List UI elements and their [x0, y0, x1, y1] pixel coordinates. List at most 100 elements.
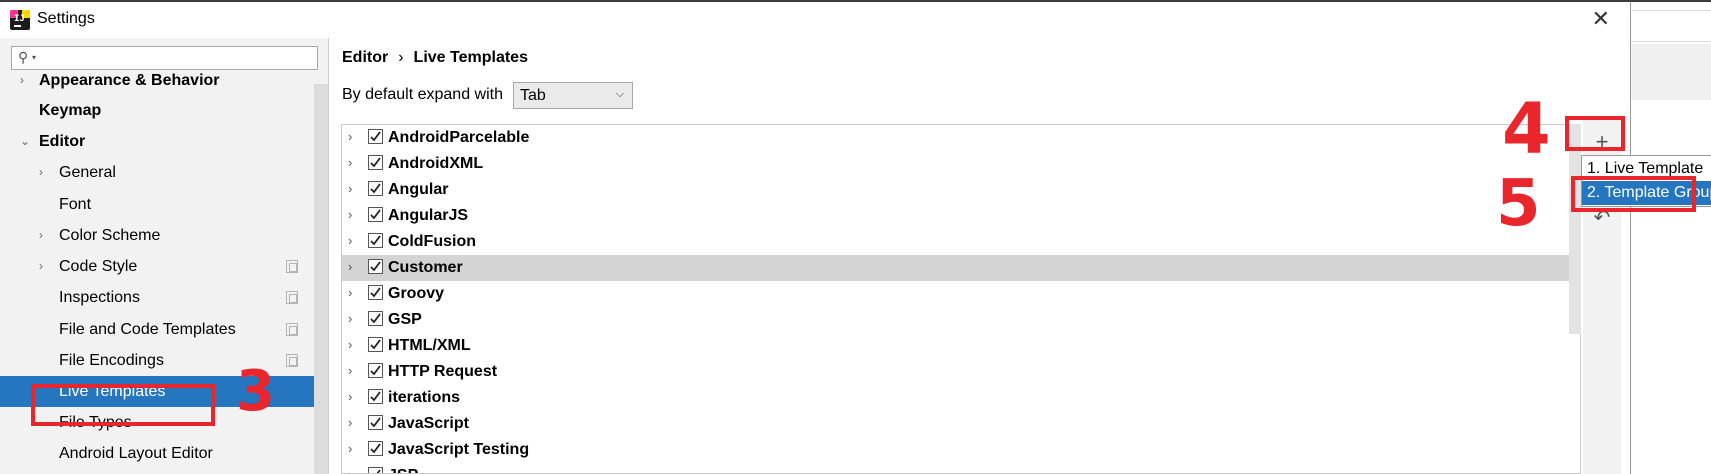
annotation-number-5: 5 — [1496, 167, 1541, 241]
chevron-right-icon[interactable]: › — [348, 311, 352, 326]
close-icon[interactable]: ✕ — [1592, 7, 1610, 31]
background-window — [1630, 2, 1711, 474]
intellij-app-icon: IJ — [10, 10, 30, 30]
sidebar-item[interactable]: › Appearance & Behavior — [0, 65, 314, 96]
template-group-checkbox[interactable] — [368, 363, 383, 378]
templates-list: › AndroidParcelable › AndroidXML › Angular › An… — [341, 124, 1581, 474]
annotation-box-add — [1565, 116, 1625, 151]
chevron-right-icon[interactable]: › — [39, 157, 43, 188]
search-icon: ⚲ — [18, 49, 29, 65]
template-group-name: iterations — [388, 389, 461, 406]
template-group-row[interactable]: › HTTP Request — [342, 359, 1580, 385]
template-group-row[interactable]: › AngularJS — [342, 203, 1580, 229]
template-group-row[interactable]: › GSP — [342, 307, 1580, 333]
chevron-right-icon[interactable]: › — [348, 441, 352, 456]
chevron-right-icon[interactable]: › — [348, 181, 352, 196]
template-group-name: HTML/XML — [388, 337, 471, 354]
chevron-right-icon[interactable]: › — [348, 285, 352, 300]
chevron-right-icon[interactable]: › — [39, 220, 43, 251]
chevron-right-icon[interactable]: › — [348, 259, 352, 274]
template-group-name: Customer — [388, 259, 463, 276]
template-group-row[interactable]: › JavaScript — [342, 411, 1580, 437]
sidebar-item[interactable]: › General — [0, 157, 314, 188]
template-group-checkbox[interactable] — [368, 259, 383, 274]
template-group-checkbox[interactable] — [368, 389, 383, 404]
annotation-number-4: 4 — [1502, 88, 1551, 170]
project-settings-icon — [286, 260, 298, 273]
expand-with-select[interactable]: Tab ⌵ — [513, 82, 633, 109]
template-group-row[interactable]: › Groovy — [342, 281, 1580, 307]
sidebar-item[interactable]: ⌄ Editor — [0, 126, 314, 157]
template-group-name: Angular — [388, 181, 449, 198]
chevron-right-icon[interactable]: › — [39, 251, 43, 282]
template-group-checkbox[interactable] — [368, 441, 383, 456]
template-group-name: HTTP Request — [388, 363, 498, 380]
sidebar-item[interactable]: Font — [0, 189, 314, 220]
chevron-right-icon[interactable]: › — [348, 129, 352, 144]
sidebar-item-label: Android Layout Editor — [59, 445, 213, 462]
template-group-checkbox[interactable] — [368, 285, 383, 300]
template-group-name: AndroidXML — [388, 155, 484, 172]
template-group-row[interactable]: › JavaScript Testing — [342, 437, 1580, 463]
sidebar-item[interactable]: Inspections — [0, 282, 314, 313]
project-settings-icon — [286, 323, 298, 336]
template-group-checkbox[interactable] — [368, 337, 383, 352]
chevron-right-icon[interactable]: › — [20, 65, 24, 96]
breadcrumb-separator: › — [398, 49, 404, 66]
template-group-row[interactable]: › iterations — [342, 385, 1580, 411]
template-group-row[interactable]: › JSP — [342, 463, 1580, 473]
template-group-name: AngularJS — [388, 207, 469, 224]
sidebar-item-label: Font — [59, 196, 92, 213]
project-settings-icon — [286, 291, 298, 304]
background-panel — [1630, 44, 1711, 100]
sidebar-item[interactable]: Keymap — [0, 95, 314, 126]
sidebar-item-label: Inspections — [59, 289, 140, 306]
expand-with-value: Tab — [520, 87, 546, 104]
chevron-right-icon[interactable]: › — [348, 155, 352, 170]
template-group-checkbox[interactable] — [368, 233, 383, 248]
template-group-name: JavaScript Testing — [388, 441, 530, 458]
template-group-row[interactable]: › ColdFusion — [342, 229, 1580, 255]
template-group-row[interactable]: › AndroidXML — [342, 151, 1580, 177]
sidebar-item-label: File Encodings — [59, 352, 164, 369]
template-group-row[interactable]: › HTML/XML — [342, 333, 1580, 359]
sidebar-item-label: Keymap — [39, 102, 102, 119]
template-group-checkbox[interactable] — [368, 181, 383, 196]
breadcrumb-live-templates: Live Templates — [413, 49, 528, 66]
template-group-checkbox[interactable] — [368, 415, 383, 430]
template-group-row[interactable]: › Angular — [342, 177, 1580, 203]
sidebar-item-label: Editor — [39, 133, 86, 150]
background-toolbar — [1630, 10, 1711, 42]
template-group-row[interactable]: › AndroidParcelable — [342, 125, 1580, 151]
sidebar-item[interactable]: File and Code Templates — [0, 314, 314, 345]
chevron-right-icon[interactable]: › — [348, 389, 352, 404]
annotation-box-live-templates — [31, 384, 215, 426]
template-group-checkbox[interactable] — [368, 311, 383, 326]
chevron-right-icon[interactable]: › — [348, 467, 352, 473]
sidebar-item-label: Code Style — [59, 258, 138, 275]
sidebar-item-label: General — [59, 164, 116, 181]
sidebar-item[interactable]: › Code Style — [0, 251, 314, 282]
chevron-right-icon[interactable]: › — [348, 415, 352, 430]
template-group-row[interactable]: › Customer — [342, 255, 1580, 281]
templates-list-scrollbar[interactable] — [1569, 124, 1581, 334]
template-group-checkbox[interactable] — [368, 207, 383, 222]
chevron-right-icon[interactable]: › — [348, 207, 352, 222]
chevron-right-icon[interactable]: › — [348, 233, 352, 248]
sidebar-scrollbar[interactable] — [314, 84, 328, 474]
project-settings-icon — [286, 354, 298, 367]
template-group-checkbox[interactable] — [368, 467, 383, 473]
chevron-right-icon[interactable]: › — [348, 363, 352, 378]
search-history-dropdown-icon[interactable]: ▾ — [32, 53, 36, 62]
sidebar-item[interactable]: Android Layout Editor — [0, 438, 314, 469]
sidebar-item[interactable]: › Color Scheme — [0, 220, 314, 251]
template-group-checkbox[interactable] — [368, 155, 383, 170]
template-group-name: AndroidParcelable — [388, 129, 530, 146]
chevron-down-icon[interactable]: ⌄ — [20, 126, 30, 157]
annotation-box-template-group — [1571, 176, 1696, 212]
sidebar-item-label: Color Scheme — [59, 227, 161, 244]
annotation-number-3: 3 — [236, 359, 275, 424]
template-group-checkbox[interactable] — [368, 129, 383, 144]
breadcrumb-editor: Editor — [342, 49, 389, 66]
chevron-right-icon[interactable]: › — [348, 337, 352, 352]
